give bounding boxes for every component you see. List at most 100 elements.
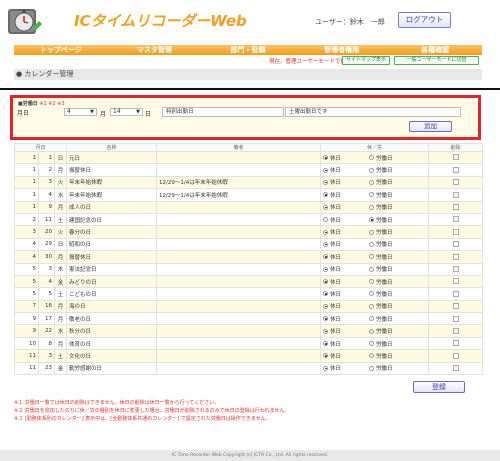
delete-checkbox[interactable] bbox=[452, 365, 459, 372]
section-title: ● カレンダー管理 bbox=[14, 69, 482, 80]
nav-item-master[interactable]: マスタ管理 bbox=[108, 45, 202, 55]
workday-radio[interactable]: 労働日 bbox=[369, 154, 415, 162]
workday-radio[interactable]: 労働日 bbox=[369, 278, 415, 286]
delete-checkbox[interactable] bbox=[452, 204, 459, 210]
holiday-radio[interactable]: 休日 bbox=[323, 302, 369, 310]
holiday-radio[interactable]: 休日 bbox=[323, 290, 369, 298]
register-button[interactable]: 登録 bbox=[413, 381, 465, 393]
cell-month: 3 bbox=[14, 225, 39, 239]
delete-checkbox[interactable] bbox=[452, 315, 459, 322]
cell-type: 休日 労働日 bbox=[320, 188, 429, 202]
delete-checkbox[interactable] bbox=[452, 352, 459, 359]
workday-radio[interactable]: 労働日 bbox=[369, 327, 415, 335]
workday-label: 労働日 bbox=[376, 353, 393, 360]
nav-item-admin[interactable]: 管理者権限 bbox=[295, 45, 389, 55]
holiday-radio[interactable]: 休日 bbox=[323, 315, 369, 323]
delete-checkbox[interactable] bbox=[452, 241, 459, 248]
holiday-radio[interactable]: 休日 bbox=[323, 253, 369, 261]
workday-radio[interactable]: 労働日 bbox=[369, 364, 415, 372]
holiday-radio[interactable]: 休日 bbox=[323, 265, 369, 273]
holiday-radio[interactable]: 休日 bbox=[323, 154, 369, 162]
workday-radio[interactable]: 労働日 bbox=[369, 302, 415, 310]
cell-day: 8 bbox=[38, 336, 55, 351]
workday-radio[interactable]: 労働日 bbox=[369, 240, 415, 248]
delete-checkbox[interactable] bbox=[452, 327, 459, 334]
cell-delete bbox=[428, 299, 483, 314]
workday-radio[interactable]: 労働日 bbox=[369, 315, 415, 323]
radio-icon bbox=[369, 192, 374, 198]
cell-delete bbox=[428, 188, 483, 202]
cell-month: 1 bbox=[14, 200, 39, 214]
workday-radio[interactable]: 労働日 bbox=[369, 352, 415, 360]
month-select[interactable]: 4 ▼ bbox=[64, 108, 97, 116]
workday-radio[interactable]: 労働日 bbox=[369, 340, 415, 348]
cell-weekday: 土 bbox=[54, 349, 67, 363]
delete-checkbox[interactable] bbox=[452, 166, 459, 173]
cell-delete bbox=[428, 312, 483, 326]
table-row: 11 23 金勤労感謝の日 休日 労働日 bbox=[14, 361, 483, 376]
general-mode-button[interactable]: 一般ユーザーモードに切替 bbox=[394, 56, 479, 65]
workday-radio[interactable]: 労働日 bbox=[369, 178, 415, 186]
workday-radio[interactable]: 労働日 bbox=[369, 203, 415, 211]
holiday-radio[interactable]: 休日 bbox=[323, 364, 369, 372]
logout-button[interactable]: ログアウト bbox=[398, 12, 451, 28]
delete-checkbox[interactable] bbox=[452, 290, 459, 297]
cell-note bbox=[156, 200, 321, 214]
holiday-radio[interactable]: 休日 bbox=[323, 240, 369, 248]
workday-radio[interactable]: 労働日 bbox=[369, 265, 415, 273]
cell-name: 建国記念の日 bbox=[66, 212, 157, 227]
day-unit: 日 bbox=[145, 111, 152, 118]
user-name: ユーザー：鈴木 一郎 bbox=[315, 18, 385, 26]
form-heading: ■労働日 ※1 ※2 ※3 bbox=[18, 100, 65, 107]
delete-checkbox[interactable] bbox=[452, 191, 459, 198]
name-input[interactable]: 特別出勤日 bbox=[162, 107, 284, 117]
workday-label: 労働日 bbox=[376, 180, 393, 187]
delete-checkbox[interactable] bbox=[452, 253, 459, 260]
nav-item-department[interactable]: 部門・役職 bbox=[201, 45, 295, 55]
workday-radio[interactable]: 労働日 bbox=[369, 166, 415, 174]
holiday-radio[interactable]: 休日 bbox=[323, 203, 369, 211]
radio-icon bbox=[323, 291, 328, 297]
delete-checkbox[interactable] bbox=[452, 340, 459, 347]
cell-delete bbox=[428, 225, 483, 239]
table-row: 11 3 土文化の日 休日 労働日 bbox=[14, 349, 483, 363]
holiday-radio[interactable]: 休日 bbox=[323, 191, 369, 199]
form-heading-label: ■労働日 bbox=[18, 101, 38, 107]
date-label: 月日 bbox=[17, 110, 30, 117]
cell-type: 休日 労働日 bbox=[320, 299, 429, 314]
delete-checkbox[interactable] bbox=[452, 228, 459, 235]
delete-checkbox[interactable] bbox=[452, 216, 459, 223]
holiday-radio[interactable]: 休日 bbox=[323, 166, 369, 174]
note-input[interactable]: 土曜出勤日です bbox=[285, 107, 461, 117]
workday-radio[interactable]: 労働日 bbox=[369, 253, 415, 261]
cell-weekday: 火 bbox=[54, 225, 67, 239]
add-button[interactable]: 追加 bbox=[409, 121, 452, 132]
table-row: 2 11 土建国記念の日 休日 労働日 bbox=[14, 212, 483, 227]
table-row: 5 5 土こどもの日 休日 労働日 bbox=[14, 287, 483, 301]
workday-label: 労働日 bbox=[376, 329, 393, 336]
delete-checkbox[interactable] bbox=[452, 278, 459, 285]
sitemap-button[interactable]: サイトマップ表示 bbox=[342, 56, 390, 65]
holiday-radio[interactable]: 休日 bbox=[323, 327, 369, 335]
delete-checkbox[interactable] bbox=[452, 179, 459, 186]
nav-item-confirm[interactable]: 各種確認 bbox=[388, 45, 482, 55]
radio-icon bbox=[369, 341, 374, 347]
nav-item-top[interactable]: トップページ bbox=[14, 45, 108, 55]
table-row: 4 29 日昭和の日 休日 労働日 bbox=[14, 237, 483, 252]
cell-month: 5 bbox=[14, 274, 39, 289]
holiday-radio[interactable]: 休日 bbox=[323, 228, 369, 236]
delete-checkbox[interactable] bbox=[452, 154, 459, 161]
workday-radio[interactable]: 労働日 bbox=[369, 290, 415, 298]
delete-checkbox[interactable] bbox=[452, 303, 459, 310]
holiday-radio[interactable]: 休日 bbox=[323, 340, 369, 348]
holiday-radio[interactable]: 休日 bbox=[323, 352, 369, 360]
delete-checkbox[interactable] bbox=[452, 265, 459, 272]
holiday-radio[interactable]: 休日 bbox=[323, 278, 369, 286]
workday-radio[interactable]: 労働日 bbox=[369, 191, 415, 199]
workday-radio[interactable]: 労働日 bbox=[369, 216, 415, 224]
cell-name: 秋分の日 bbox=[66, 324, 157, 338]
holiday-radio[interactable]: 休日 bbox=[323, 216, 369, 224]
holiday-radio[interactable]: 休日 bbox=[323, 178, 369, 186]
workday-radio[interactable]: 労働日 bbox=[369, 228, 415, 236]
day-select[interactable]: 14 ▼ bbox=[110, 108, 143, 116]
